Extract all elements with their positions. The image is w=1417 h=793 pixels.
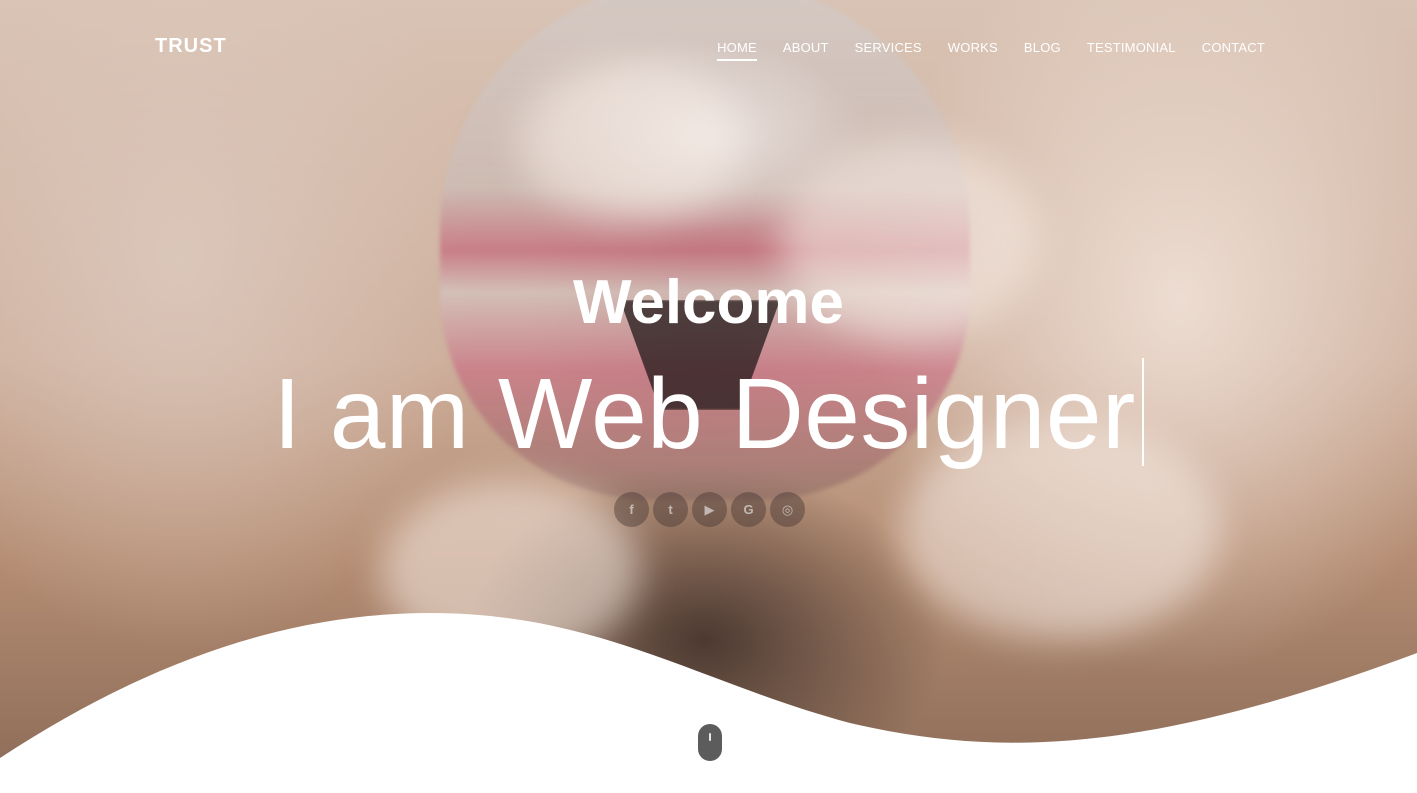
typing-cursor (1141, 358, 1144, 466)
nav-item-home[interactable]: HOME (717, 40, 757, 61)
nav-item-works[interactable]: WORKS (948, 40, 998, 61)
hero-typed-text: I am Web Designer (273, 358, 1136, 470)
mouse-wheel (709, 733, 711, 741)
instagram-icon[interactable]: ◎ (770, 492, 805, 527)
hero-typed-line: I am Web Designer (0, 358, 1417, 469)
google-icon[interactable]: G (731, 492, 766, 527)
smoke-cloud (520, 60, 740, 220)
nav-item-services[interactable]: SERVICES (855, 40, 922, 61)
site-logo[interactable]: TRUST (155, 35, 227, 58)
hero-section: TRUST HOME ABOUT SERVICES WORKS BLOG TES… (0, 0, 1417, 793)
nav-item-testimonial[interactable]: TESTIMONIAL (1087, 40, 1176, 61)
nav-item-about[interactable]: ABOUT (783, 40, 829, 61)
nav-item-contact[interactable]: CONTACT (1202, 40, 1265, 61)
nav-item-blog[interactable]: BLOG (1024, 40, 1061, 61)
youtube-icon[interactable]: ▶ (692, 492, 727, 527)
hero-wave-divider (0, 613, 1417, 793)
main-nav: HOME ABOUT SERVICES WORKS BLOG TESTIMONI… (717, 40, 1265, 61)
hero-welcome-heading: Welcome (572, 268, 845, 337)
twitter-icon[interactable]: t (653, 492, 688, 527)
scroll-down-mouse-icon[interactable] (698, 724, 722, 761)
facebook-icon[interactable]: f (614, 492, 649, 527)
social-links: f t ▶ G ◎ (614, 492, 805, 527)
